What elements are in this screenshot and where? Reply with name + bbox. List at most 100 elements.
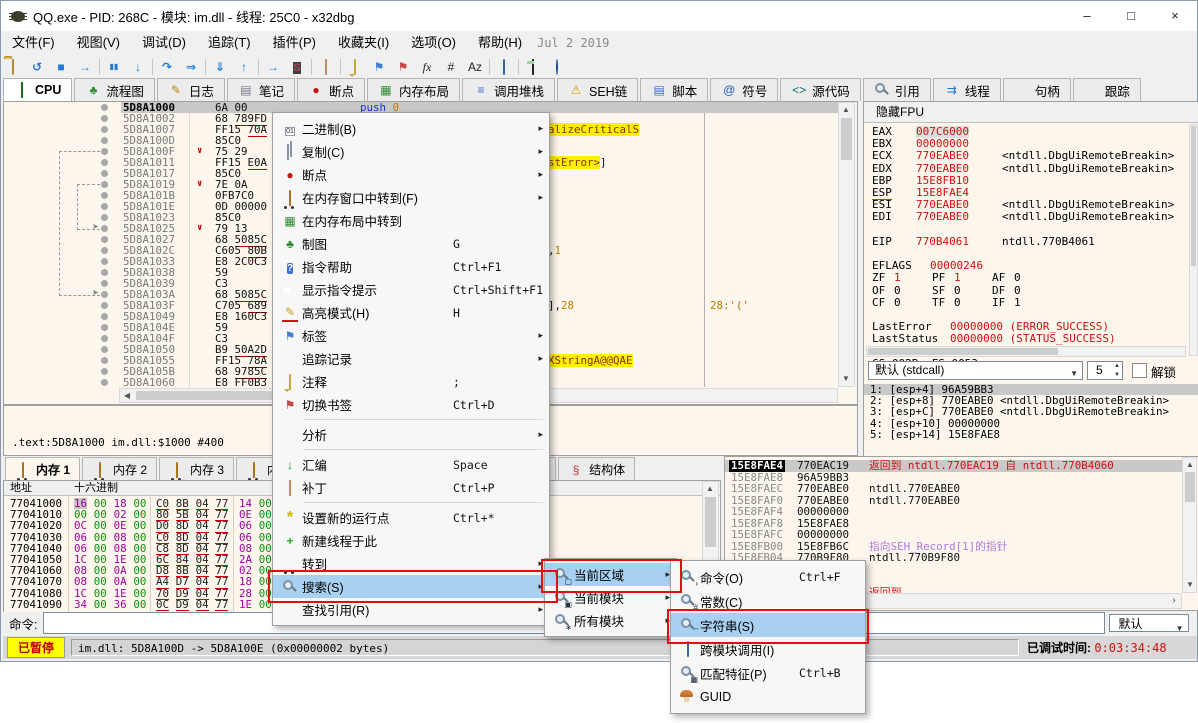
breakpoint-dot-icon[interactable] xyxy=(101,368,108,375)
calling-convention-dropdown[interactable]: 默认 (stdcall) ▼ xyxy=(868,361,1083,380)
register-row[interactable]: EDX770EABE0<ntdll.DbgUiRemoteBreakin> xyxy=(864,163,1198,175)
breakpoint-dot-icon[interactable] xyxy=(101,225,108,232)
flag-value[interactable]: 1 xyxy=(894,272,901,284)
breakpoint-dot-icon[interactable] xyxy=(101,258,108,265)
breakpoint-dot-icon[interactable] xyxy=(101,324,108,331)
breakpoint-dot-icon[interactable] xyxy=(101,181,108,188)
hex-byte[interactable]: D9 xyxy=(176,599,189,611)
scroll-thumb[interactable] xyxy=(841,118,852,160)
flag-value[interactable]: 0 xyxy=(1014,272,1021,284)
context-menu-item-高亮模式h[interactable]: ✎高亮模式(H)H xyxy=(273,301,549,324)
hex-byte[interactable]: 0A xyxy=(114,576,127,587)
hex-byte[interactable]: 00 xyxy=(94,599,107,610)
context-menu-item-显示指令提示[interactable]: 显示指令提示Ctrl+Shift+F1 xyxy=(273,278,549,301)
tab-符号[interactable]: @符号 xyxy=(710,78,778,101)
hex-byte[interactable]: 08 xyxy=(74,576,87,587)
flag-value[interactable]: 1 xyxy=(954,272,961,284)
breakpoint-dot-icon[interactable] xyxy=(101,159,108,166)
context-menu-item-注释[interactable]: 注释; xyxy=(273,370,549,393)
breakpoint-dot-icon[interactable] xyxy=(101,148,108,155)
context-menu-item-查找引用r[interactable]: 查找引用(R)▸ xyxy=(273,598,549,621)
hex-byte[interactable]: 77 xyxy=(215,599,228,611)
az-button[interactable]: Az xyxy=(463,56,487,77)
scroll-down-arrow[interactable]: ▼ xyxy=(839,372,853,386)
command-profile-dropdown[interactable]: 默认 ▼ xyxy=(1109,614,1189,632)
comments-button[interactable] xyxy=(343,56,367,77)
run-button[interactable]: → xyxy=(73,56,97,77)
tab-调用堆栈[interactable]: ≡调用堆栈 xyxy=(462,78,555,101)
depth-spinner[interactable]: 5 ▲▼ xyxy=(1087,361,1123,380)
hex-byte[interactable]: 1E xyxy=(239,599,252,610)
context-menu-item-在内存布局中转到[interactable]: ▦在内存布局中转到 xyxy=(273,209,549,232)
dump-tab-内存3[interactable]: 内存 3 xyxy=(159,457,234,481)
hex-byte[interactable]: 00 xyxy=(259,520,272,531)
breakpoint-dot-icon[interactable] xyxy=(101,115,108,122)
pause-button[interactable]: ▮▮ xyxy=(102,56,126,77)
spinner-up-icon[interactable]: ▲▼ xyxy=(1114,362,1120,380)
breakpoint-dot-icon[interactable] xyxy=(101,126,108,133)
stack-row[interactable]: 15E8FAE896A59BB3 xyxy=(725,472,1198,484)
breakpoint-dot-icon[interactable] xyxy=(101,291,108,298)
registers-hscrollbar[interactable] xyxy=(866,346,1186,357)
labels-button[interactable]: ⚑ xyxy=(367,56,391,77)
search-menu-item-常数c[interactable]: #常数(C) xyxy=(671,589,865,613)
hex-byte[interactable]: 04 xyxy=(196,599,209,611)
minimize-button[interactable]: – xyxy=(1065,1,1109,31)
tab-笔记[interactable]: ▤笔记 xyxy=(227,78,295,101)
context-menu-item-复制c[interactable]: 复制(C)▸ xyxy=(273,140,549,163)
flag-value[interactable]: 0 xyxy=(1014,285,1021,297)
search-menu-item-命令o[interactable]: ›命令(O)Ctrl+F xyxy=(671,565,865,589)
register-value[interactable]: 770EABE0 xyxy=(916,163,969,175)
context-menu-item-指令帮助[interactable]: ?指令帮助Ctrl+F1 xyxy=(273,255,549,278)
flag-value[interactable]: 1 xyxy=(1014,297,1021,309)
register-row[interactable]: EDI770EABE0<ntdll.DbgUiRemoteBreakin> xyxy=(864,211,1198,223)
disasm-vscrollbar[interactable]: ▲ ▼ xyxy=(838,102,855,387)
register-value[interactable]: 770EABE0 xyxy=(916,150,969,162)
breakpoint-dot-icon[interactable] xyxy=(101,302,108,309)
hex-byte[interactable]: 0C xyxy=(156,599,169,611)
close-button[interactable]: × xyxy=(1153,1,1197,31)
step-out-button[interactable]: ⇓ xyxy=(208,56,232,77)
scroll-thumb[interactable] xyxy=(868,348,1058,355)
hex-byte[interactable]: 18 xyxy=(239,576,252,587)
scroll-right-arrow[interactable]: › xyxy=(1167,594,1181,608)
tab-流程图[interactable]: ♣流程图 xyxy=(74,78,155,101)
register-row[interactable] xyxy=(864,248,1198,260)
strings-toggle-button[interactable]: S xyxy=(285,56,309,77)
register-value[interactable]: 770B4061 xyxy=(916,236,969,248)
register-row[interactable]: ZF1PF1AF0 xyxy=(864,272,1198,284)
stack-arg-row[interactable]: 3: [esp+C] 770EABE0 <ntdll.DbgUiRemoteBr… xyxy=(864,406,1198,417)
breakpoint-dot-icon[interactable] xyxy=(101,170,108,177)
breakpoint-dot-icon[interactable] xyxy=(101,247,108,254)
scroll-thumb[interactable] xyxy=(705,497,716,547)
register-row[interactable]: EFLAGS00000246 xyxy=(864,260,1198,272)
register-row[interactable]: EAX007C6000 xyxy=(864,126,1198,138)
register-value[interactable]: 770EABE0 xyxy=(916,211,969,223)
breakpoint-dot-icon[interactable] xyxy=(101,335,108,342)
scope-menu-item-当前区域[interactable]: ▢当前区域▸ xyxy=(545,563,676,586)
unlock-checkbox[interactable] xyxy=(1132,363,1147,378)
run-to-selection-button[interactable]: ⇒ xyxy=(179,56,203,77)
menubar-item-h[interactable]: 帮助(H) xyxy=(467,31,533,55)
help-globe-button[interactable] xyxy=(545,56,569,77)
scroll-left-arrow[interactable]: ◀ xyxy=(120,389,134,402)
tab-日志[interactable]: ✎日志 xyxy=(157,78,225,101)
menubar-item-o[interactable]: 选项(O) xyxy=(400,31,467,55)
hex-byte[interactable]: 00 xyxy=(133,576,146,587)
context-menu-item-新建线程于此[interactable]: +新建线程于此 xyxy=(273,529,549,552)
maximize-button[interactable]: □ xyxy=(1109,1,1153,31)
patch-button[interactable] xyxy=(314,56,338,77)
execute-till-return-button[interactable]: ↑ xyxy=(232,56,256,77)
intermodular-calls-button[interactable] xyxy=(492,56,516,77)
context-menu-item-汇编[interactable]: ↓汇编Space xyxy=(273,453,549,476)
tab-cpu[interactable]: CPU xyxy=(3,78,72,101)
flag-value[interactable]: 0 xyxy=(954,285,961,297)
breakpoint-dot-icon[interactable] xyxy=(101,137,108,144)
breakpoint-dot-icon[interactable] xyxy=(101,192,108,199)
dump-tab-内存2[interactable]: 内存 2 xyxy=(82,457,157,481)
tab-源代码[interactable]: <>源代码 xyxy=(780,78,861,101)
menubar-item-p[interactable]: 插件(P) xyxy=(262,31,327,55)
context-menu-item-断点[interactable]: ●断点▸ xyxy=(273,163,549,186)
context-menu-item-标签[interactable]: ⚑标签▸ xyxy=(273,324,549,347)
tab-引用[interactable]: 引用 xyxy=(863,78,931,101)
